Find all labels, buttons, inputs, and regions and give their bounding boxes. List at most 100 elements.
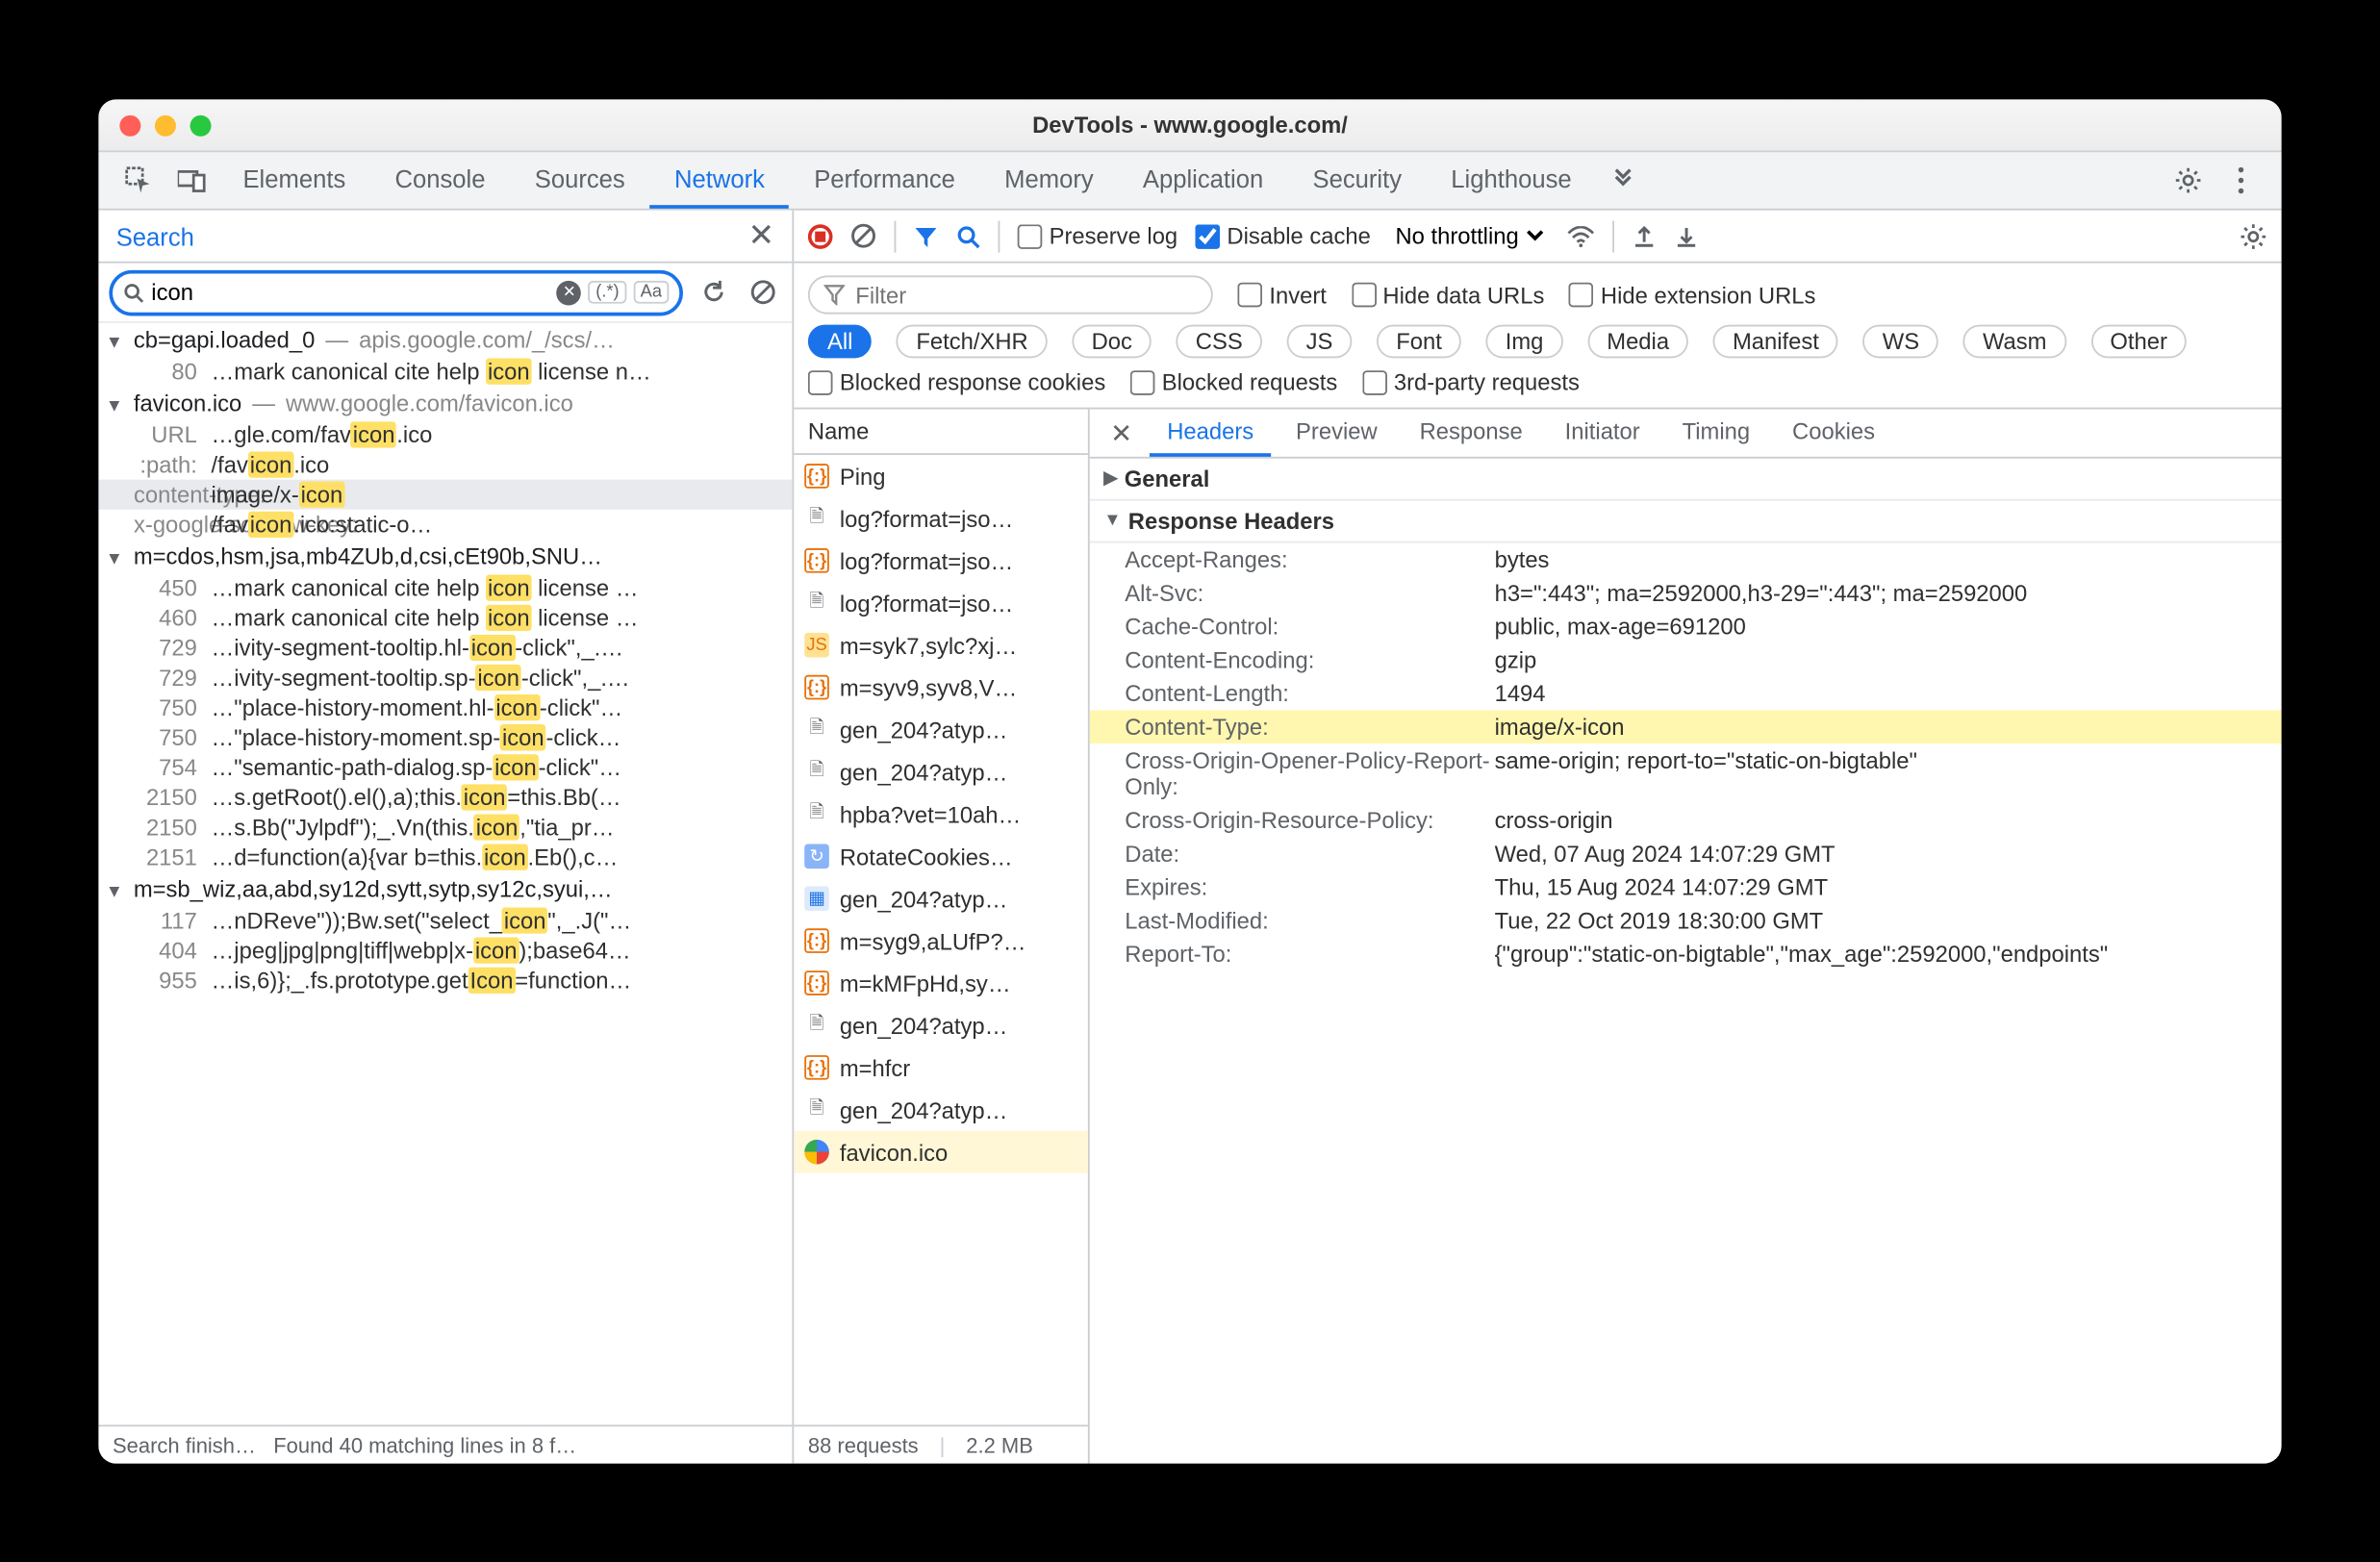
export-icon[interactable] — [1674, 223, 1699, 248]
settings-icon[interactable] — [2162, 152, 2215, 209]
general-section[interactable]: ▶ General — [1090, 458, 2282, 500]
search-match[interactable]: 2150…s.Bb("Jylpdf");_.Vn(this.icon,"tia_… — [98, 812, 792, 842]
detail-tab-cookies[interactable]: Cookies — [1775, 409, 1893, 456]
header-row[interactable]: Content-Length:1494 — [1090, 676, 2282, 710]
regex-toggle[interactable]: (.*) — [589, 280, 626, 303]
tab-lighthouse[interactable]: Lighthouse — [1427, 152, 1597, 209]
detail-tab-preview[interactable]: Preview — [1279, 409, 1395, 456]
filter-chip-doc[interactable]: Doc — [1072, 324, 1152, 358]
request-row[interactable]: 🗎gen_204?atyp… — [794, 750, 1088, 793]
tab-security[interactable]: Security — [1288, 152, 1427, 209]
search-file-header[interactable]: ▼m=cdos,hsm,jsa,mb4ZUb,d,csi,cEt90b,SNU… — [98, 539, 792, 572]
tab-network[interactable]: Network — [649, 152, 789, 209]
minimize-window-button[interactable] — [155, 113, 176, 135]
search-match[interactable]: 955…is,6)};_.fs.prototype.getIcon=functi… — [98, 965, 792, 995]
tab-console[interactable]: Console — [370, 152, 510, 209]
search-match[interactable]: 750…"place-history-moment.hl-icon-click"… — [98, 693, 792, 722]
search-match[interactable]: 750…"place-history-moment.sp-icon-click… — [98, 722, 792, 752]
kebab-icon[interactable] — [2215, 152, 2267, 209]
tab-application[interactable]: Application — [1118, 152, 1288, 209]
filter-chip-wasm[interactable]: Wasm — [1963, 324, 2066, 358]
search-match[interactable]: URL…gle.com/favicon.ico — [98, 419, 792, 449]
close-window-button[interactable] — [119, 113, 140, 135]
search-match[interactable]: 754…"semantic-path-dialog.sp-icon-click"… — [98, 752, 792, 782]
tab-performance[interactable]: Performance — [790, 152, 980, 209]
request-row[interactable]: 🗎log?format=jso… — [794, 581, 1088, 623]
header-row[interactable]: Cache-Control:public, max-age=691200 — [1090, 610, 2282, 643]
search-match[interactable]: 729…ivity-segment-tooltip.hl-icon-click"… — [98, 632, 792, 662]
refresh-search-icon[interactable] — [694, 272, 732, 311]
request-row[interactable]: favicon.ico — [794, 1130, 1088, 1172]
close-detail-icon[interactable]: ✕ — [1101, 409, 1143, 456]
more-tabs-icon[interactable] — [1596, 152, 1649, 209]
invert-checkbox[interactable]: Invert — [1237, 281, 1326, 307]
inspect-icon[interactable] — [113, 152, 165, 209]
header-row[interactable]: Content-Encoding:gzip — [1090, 642, 2282, 676]
search-file-header[interactable]: ▼cb=gapi.loaded_0—apis.google.com/_/scs/… — [98, 322, 792, 356]
filter-chip-js[interactable]: JS — [1286, 324, 1352, 358]
device-icon[interactable] — [165, 152, 218, 209]
header-row[interactable]: Last-Modified:Tue, 22 Oct 2019 18:30:00 … — [1090, 903, 2282, 937]
filter-chip-css[interactable]: CSS — [1177, 324, 1262, 358]
search-match[interactable]: 2151…d=function(a){var b=this.icon.Eb(),… — [98, 842, 792, 871]
header-row[interactable]: Content-Type:image/x-icon — [1090, 710, 2282, 743]
header-row[interactable]: Date:Wed, 07 Aug 2024 14:07:29 GMT — [1090, 837, 2282, 870]
search-match[interactable]: content-type:image/x-icon — [98, 479, 792, 509]
search-match[interactable]: 460…mark canonical cite help icon licens… — [98, 602, 792, 632]
request-list-header[interactable]: Name — [794, 409, 1088, 455]
filter-chip-all[interactable]: All — [808, 324, 873, 358]
tab-elements[interactable]: Elements — [218, 152, 370, 209]
filter-chip-fetchxhr[interactable]: Fetch/XHR — [897, 324, 1048, 358]
record-button[interactable] — [808, 223, 833, 248]
search-net-icon[interactable] — [956, 223, 981, 248]
search-match[interactable]: 80…mark canonical cite help icon license… — [98, 356, 792, 386]
detail-tab-response[interactable]: Response — [1402, 409, 1540, 456]
disable-cache-checkbox[interactable]: Disable cache — [1195, 222, 1370, 248]
hide-ext-urls-checkbox[interactable]: Hide extension URLs — [1569, 281, 1815, 307]
request-row[interactable]: 🗎log?format=jso… — [794, 496, 1088, 539]
throttling-select[interactable]: No throttling — [1388, 220, 1549, 250]
search-match[interactable]: 729…ivity-segment-tooltip.sp-icon-click"… — [98, 662, 792, 692]
search-input[interactable] — [151, 279, 549, 305]
search-file-header[interactable]: ▼favicon.ico—www.google.com/favicon.ico — [98, 386, 792, 419]
request-row[interactable]: {:}m=syg9,aLUfP?… — [794, 920, 1088, 962]
blocked-requests-checkbox[interactable]: Blocked requests — [1130, 368, 1337, 394]
hide-data-urls-checkbox[interactable]: Hide data URLs — [1351, 281, 1544, 307]
request-row[interactable]: {:}m=hfcr — [794, 1046, 1088, 1088]
network-conditions-icon[interactable] — [1566, 225, 1594, 246]
filter-icon[interactable] — [914, 223, 939, 248]
request-row[interactable]: 🗎hpba?vet=10ah… — [794, 793, 1088, 835]
search-file-header[interactable]: ▼m=sb_wiz,aa,abd,sy12d,sytt,sytp,sy12c,s… — [98, 871, 792, 905]
search-match[interactable]: 404…jpeg|jpg|png|tiff|webp|x-icon);base6… — [98, 935, 792, 965]
import-icon[interactable] — [1632, 223, 1657, 248]
request-row[interactable]: {:}m=kMFpHd,sy… — [794, 962, 1088, 1004]
search-match[interactable]: x-google-scs-row-key:/favicon.ico:static… — [98, 509, 792, 539]
network-settings-icon[interactable] — [2240, 221, 2267, 249]
request-row[interactable]: ↻RotateCookies… — [794, 835, 1088, 877]
filter-input[interactable] — [855, 281, 1197, 307]
search-match[interactable]: 117…nDReve"));Bw.set("select_icon",_.J("… — [98, 905, 792, 935]
detail-tab-timing[interactable]: Timing — [1664, 409, 1767, 456]
header-row[interactable]: Accept-Ranges:bytes — [1090, 542, 2282, 576]
header-row[interactable]: Expires:Thu, 15 Aug 2024 14:07:29 GMT — [1090, 869, 2282, 903]
preserve-log-checkbox[interactable]: Preserve log — [1018, 222, 1178, 248]
blocked-cookies-checkbox[interactable]: Blocked response cookies — [808, 368, 1105, 394]
clear-button[interactable] — [850, 222, 876, 248]
tab-sources[interactable]: Sources — [510, 152, 649, 209]
search-match[interactable]: 450…mark canonical cite help icon licens… — [98, 572, 792, 602]
filter-chip-media[interactable]: Media — [1587, 324, 1688, 358]
request-row[interactable]: 🗎gen_204?atyp… — [794, 1088, 1088, 1130]
search-match[interactable]: 2150…s.getRoot().el(),a);this.icon=this.… — [98, 782, 792, 812]
close-search-icon[interactable]: ✕ — [747, 216, 774, 253]
request-row[interactable]: ▦gen_204?atyp… — [794, 877, 1088, 920]
third-party-checkbox[interactable]: 3rd-party requests — [1362, 368, 1580, 394]
case-toggle[interactable]: Aa — [633, 280, 669, 303]
header-row[interactable]: Report-To:{"group":"static-on-bigtable",… — [1090, 937, 2282, 970]
header-row[interactable]: Cross-Origin-Opener-Policy-Report-Only:s… — [1090, 743, 2282, 803]
filter-chip-img[interactable]: Img — [1486, 324, 1563, 358]
detail-tab-headers[interactable]: Headers — [1150, 409, 1272, 456]
search-match[interactable]: :path:/favicon.ico — [98, 449, 792, 479]
filter-chip-font[interactable]: Font — [1377, 324, 1461, 358]
tab-memory[interactable]: Memory — [980, 152, 1119, 209]
request-row[interactable]: 🗎gen_204?atyp… — [794, 1003, 1088, 1046]
